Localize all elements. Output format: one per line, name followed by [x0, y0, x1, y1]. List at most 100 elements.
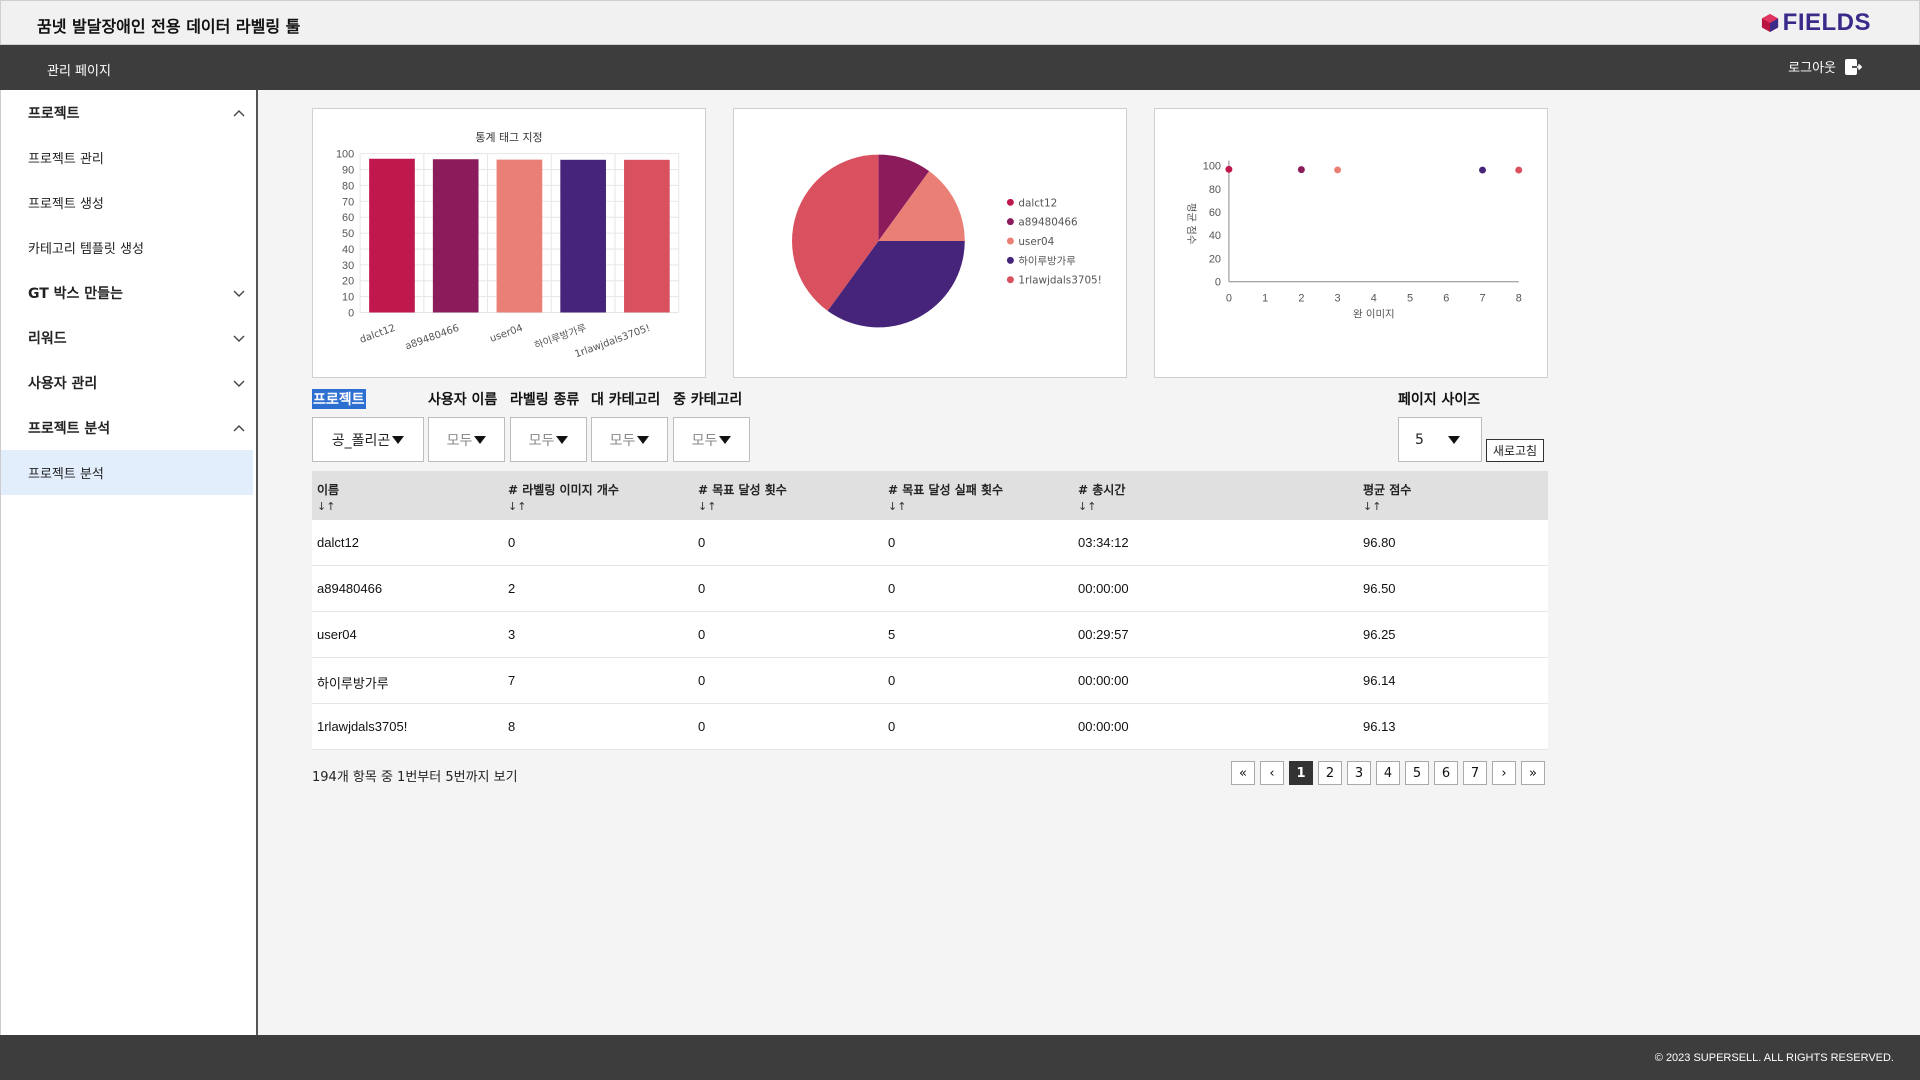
column-header-goal-success[interactable]: # 목표 달성 횟수 ↓↑: [698, 481, 787, 513]
sidebar-item-project-create[interactable]: 프로젝트 생성: [1, 180, 256, 225]
y-tick-label: 100: [336, 149, 354, 161]
page-button-4[interactable]: 4: [1376, 761, 1400, 785]
mid-category-select-value: 모두: [691, 432, 718, 449]
sidebar-section-user-manage[interactable]: 사용자 관리: [1, 360, 256, 405]
last-page-button[interactable]: »: [1521, 761, 1545, 785]
y-tick-label: 100: [1203, 161, 1221, 173]
sidebar-item-project-analysis[interactable]: 프로젝트 분석: [1, 450, 253, 495]
x-tick-label: user04: [489, 323, 525, 345]
pie-chart-card: dalct12 a89480466 user04 하이루방가루 1rlawjdals37…: [733, 108, 1127, 378]
sort-icon[interactable]: ↓↑: [508, 500, 619, 513]
bar: [432, 159, 479, 313]
footer: © 2023 SUPERSELL. ALL RIGHTS RESERVED.: [0, 1035, 1920, 1080]
y-tick-label: 0: [348, 307, 354, 319]
table-cell: 3: [508, 627, 516, 642]
column-label: # 목표 달성 실패 횟수: [888, 483, 1004, 497]
y-tick-label: 80: [1209, 184, 1221, 196]
user-select-value: 모두: [446, 432, 473, 449]
project-select[interactable]: 공_폴리곤: [312, 417, 424, 462]
y-tick-label: 10: [342, 292, 354, 304]
first-page-button[interactable]: «: [1231, 761, 1255, 785]
table-cell: 0: [698, 673, 706, 688]
table-header: 이름 ↓↑ # 라벨링 이미지 개수 ↓↑ # 목표 달성 횟수 ↓↑ # 목표 달성…: [312, 471, 1548, 520]
column-header-goal-fail[interactable]: # 목표 달성 실패 횟수 ↓↑: [888, 481, 1003, 513]
table-cell: 96.80: [1363, 535, 1396, 550]
y-tick-label: 50: [342, 228, 354, 240]
sidebar-section-label: GT 박스 만들는: [28, 285, 123, 302]
scatter-point: [1225, 165, 1233, 173]
caret-down-icon: [392, 435, 405, 444]
x-tick-label: 5: [1407, 293, 1413, 305]
sidebar-section-gt-box[interactable]: GT 박스 만들는: [1, 270, 256, 315]
y-tick-label: 70: [342, 196, 354, 208]
sort-icon[interactable]: ↓↑: [1363, 500, 1411, 513]
page-button-5[interactable]: 5: [1405, 761, 1429, 785]
bar-chart: 통계 태그 지정 0 10 20 30 40 50 60 70 80 90 100 dalct12 a89…: [336, 131, 680, 360]
y-tick-label: 20: [1209, 253, 1221, 265]
copyright-text: © 2023 SUPERSELL. ALL RIGHTS RESERVED.: [1654, 1052, 1894, 1064]
table-cell: 96.13: [1363, 719, 1396, 734]
next-page-button[interactable]: ›: [1492, 761, 1516, 785]
caret-down-icon: [1447, 435, 1460, 444]
table-cell: 0: [508, 535, 516, 550]
sort-icon[interactable]: ↓↑: [698, 500, 787, 513]
page-button-3[interactable]: 3: [1347, 761, 1371, 785]
table-row: user04 3 0 5 00:29:57 96.25: [312, 612, 1548, 658]
column-header-avg-score[interactable]: 평균 점수 ↓↑: [1363, 481, 1411, 513]
logout-button[interactable]: 로그아웃: [1788, 57, 1862, 76]
prev-page-button[interactable]: ‹: [1260, 761, 1284, 785]
sidebar-section-reward[interactable]: 리워드: [1, 315, 256, 360]
page-button-1[interactable]: 1: [1289, 761, 1313, 785]
mid-category-select[interactable]: 모두: [673, 417, 750, 462]
pagination: « ‹ 1 2 3 4 5 6 7 › »: [1231, 761, 1545, 785]
column-header-image-count[interactable]: # 라벨링 이미지 개수 ↓↑: [508, 481, 619, 513]
sidebar-section-project-analysis[interactable]: 프로젝트 분석: [1, 405, 256, 450]
page-button-7[interactable]: 7: [1463, 761, 1487, 785]
caret-down-icon: [719, 435, 732, 444]
major-category-select[interactable]: 모두: [591, 417, 668, 462]
chevron-down-icon: [233, 335, 245, 342]
legend-marker: [1006, 256, 1014, 264]
analysis-table: 이름 ↓↑ # 라벨링 이미지 개수 ↓↑ # 목표 달성 횟수 ↓↑ # 목표 달성…: [312, 471, 1548, 750]
page-button-2[interactable]: 2: [1318, 761, 1342, 785]
sort-icon[interactable]: ↓↑: [888, 500, 1003, 513]
table-cell: 0: [698, 627, 706, 642]
chevron-up-icon: [233, 424, 245, 431]
filter-label-mid-category: 중 카테고리: [673, 392, 743, 408]
table-cell: 0: [698, 719, 706, 734]
x-tick-label: 4: [1371, 293, 1377, 305]
table-cell: 하이루방가루: [317, 676, 389, 691]
sort-icon[interactable]: ↓↑: [317, 500, 339, 513]
page-button-6[interactable]: 6: [1434, 761, 1458, 785]
column-label: 이름: [317, 483, 340, 497]
legend-marker: [1006, 276, 1014, 284]
logo-text: FIELDS: [1782, 9, 1871, 36]
filter-label-major-category: 대 카테고리: [591, 392, 661, 408]
table-cell: 0: [888, 535, 896, 550]
logout-label: 로그아웃: [1788, 61, 1836, 76]
app-title: 꿈넷 발달장애인 전용 데이터 라벨링 툴: [37, 17, 301, 36]
major-category-select-value: 모두: [609, 432, 636, 449]
table-cell: 96.14: [1363, 673, 1396, 688]
sidebar-section-label: 사용자 관리: [28, 375, 98, 392]
column-header-total-time[interactable]: # 총시간 ↓↑: [1078, 481, 1125, 513]
label-type-select-value: 모두: [528, 432, 555, 449]
legend-label: dalct12: [1018, 197, 1057, 209]
sidebar-item-category-template[interactable]: 카테고리 템플릿 생성: [1, 225, 256, 270]
page-size-value: 5: [1415, 431, 1424, 448]
refresh-button[interactable]: 새로고침: [1486, 439, 1544, 462]
sidebar-section-project[interactable]: 프로젝트: [1, 90, 256, 135]
y-tick-label: 60: [1209, 207, 1221, 219]
sort-icon[interactable]: ↓↑: [1078, 500, 1125, 513]
label-type-select[interactable]: 모두: [510, 417, 587, 462]
user-select[interactable]: 모두: [428, 417, 505, 462]
column-label: # 목표 달성 횟수: [698, 483, 787, 497]
column-header-name[interactable]: 이름 ↓↑: [317, 481, 339, 513]
sidebar-item-project-manage[interactable]: 프로젝트 관리: [1, 135, 256, 180]
table-cell: 0: [698, 581, 706, 596]
page-size-select[interactable]: 5: [1398, 417, 1482, 462]
legend-label: user04: [1018, 236, 1054, 248]
column-label: # 총시간: [1078, 483, 1126, 497]
table-cell: 5: [888, 627, 896, 642]
chevron-up-icon: [233, 109, 245, 116]
